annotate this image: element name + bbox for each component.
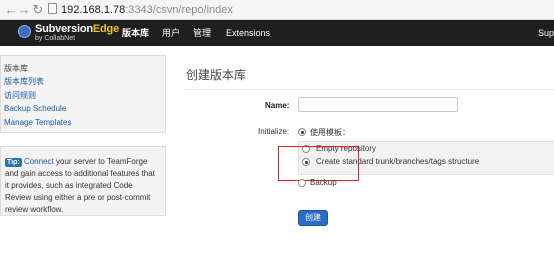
page-icon	[48, 3, 57, 14]
sidebar-link-manage-templates[interactable]: Manage Templates	[4, 118, 71, 127]
address-bar[interactable]: 192.168.1.78:3343/csvn/repo/index	[48, 3, 233, 17]
name-label: Name:	[265, 101, 290, 110]
tip-badge: Tip:	[5, 158, 22, 167]
page-title: 创建版本库	[186, 68, 247, 82]
tip-text: Tip: Connect your server to TeamForge an…	[5, 156, 161, 216]
nav-support[interactable]: Sup	[538, 27, 554, 39]
sidebar-heading: 版本库	[4, 64, 28, 73]
tip-box: Tip: Connect your server to TeamForge an…	[0, 146, 166, 216]
nav-repositories[interactable]: 版本库	[122, 27, 149, 39]
url-host: 192.168.1.78	[61, 4, 126, 16]
brand-byline: by CollabNet	[35, 35, 76, 42]
back-arrow-icon[interactable]: ←	[4, 3, 18, 17]
browser-toolbar: ← → ↻ 192.168.1.78:3343/csvn/repo/index	[0, 0, 554, 20]
nav-users[interactable]: 用户	[162, 27, 180, 39]
brand-name: SubversionEdge	[35, 23, 119, 35]
app-header: SubversionEdge by CollabNet 版本库 用户 管理 Ex…	[0, 20, 554, 46]
name-input[interactable]	[298, 97, 458, 112]
backup-label: Backup	[310, 178, 337, 187]
url-path: :3343/csvn/repo/index	[125, 4, 233, 16]
brand-name-part1: Subversion	[35, 23, 93, 35]
divider	[186, 89, 554, 90]
use-template-radio[interactable]	[298, 128, 306, 136]
create-button[interactable]: 创建	[298, 210, 328, 226]
logo-swirl-icon	[18, 25, 31, 38]
forward-arrow-icon[interactable]: →	[17, 3, 31, 17]
nav-admin[interactable]: 管理	[193, 27, 211, 39]
nav-extensions[interactable]: Extensions	[226, 27, 270, 39]
sidebar-link-access-rules[interactable]: 访问规则	[4, 90, 36, 101]
initialize-label: Initialize:	[258, 127, 290, 136]
tip-connect-link[interactable]: Connect	[24, 157, 54, 166]
reload-icon[interactable]: ↻	[31, 3, 45, 17]
highlight-annotation-box	[278, 146, 359, 181]
backup-radio[interactable]	[298, 179, 306, 187]
brand-name-part2: Edge	[92, 23, 119, 35]
sidebar-link-backup-schedule[interactable]: Backup Schedule	[4, 104, 66, 113]
sidebar: 版本库 版本库列表 访问规则 Backup Schedule Manage Te…	[0, 55, 166, 133]
sidebar-link-repo-list[interactable]: 版本库列表	[4, 76, 44, 87]
use-template-label: 使用模板：	[310, 128, 350, 137]
